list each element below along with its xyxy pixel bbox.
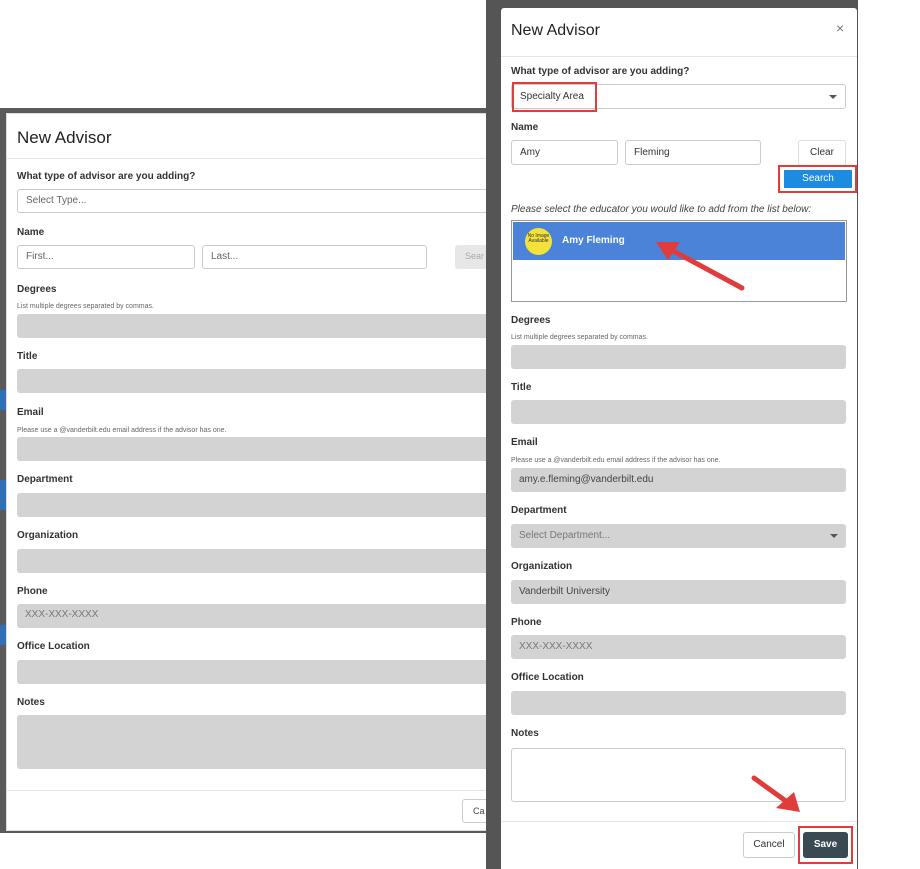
notes-label: Notes xyxy=(511,728,539,739)
right-new-advisor-modal: New Advisor × What type of advisor are y… xyxy=(501,8,857,869)
department-label: Department xyxy=(511,505,567,516)
highlight-box xyxy=(798,826,853,864)
degrees-input[interactable] xyxy=(17,314,489,338)
email-hint: Please use a @vanderbilt.edu email addre… xyxy=(511,457,721,464)
chevron-down-icon xyxy=(829,95,837,99)
department-select[interactable]: Select Department... xyxy=(511,524,846,548)
educator-pick-hint: Please select the educator you would lik… xyxy=(511,204,812,215)
last-name-input[interactable]: Fleming xyxy=(625,140,761,165)
email-input[interactable] xyxy=(17,437,489,461)
advisor-type-question: What type of advisor are you adding? xyxy=(511,66,690,77)
degrees-label: Degrees xyxy=(511,315,551,326)
department-label: Department xyxy=(17,474,73,485)
modal-title: New Advisor xyxy=(17,128,112,147)
degrees-input[interactable] xyxy=(511,345,846,369)
email-label: Email xyxy=(17,407,44,418)
phone-label: Phone xyxy=(17,586,48,597)
modal-footer-divider xyxy=(7,790,489,791)
left-new-advisor-modal: New Advisor What type of advisor are you… xyxy=(6,113,490,831)
organization-input[interactable]: Vanderbilt University xyxy=(511,580,846,604)
department-select[interactable] xyxy=(17,493,489,517)
arrow-annotation-icon xyxy=(656,242,745,291)
highlight-box xyxy=(512,82,597,112)
modal-title: New Advisor xyxy=(511,22,600,39)
email-input[interactable]: amy.e.fleming@vanderbilt.edu xyxy=(511,468,846,492)
organization-label: Organization xyxy=(511,561,573,572)
organization-label: Organization xyxy=(17,530,79,541)
degrees-label: Degrees xyxy=(17,284,57,295)
modal-footer-divider xyxy=(501,821,857,822)
close-icon[interactable]: × xyxy=(836,20,844,36)
office-location-label: Office Location xyxy=(17,641,90,652)
first-name-input[interactable]: First... xyxy=(17,245,195,269)
avatar: No Image Available xyxy=(525,228,552,255)
office-location-label: Office Location xyxy=(511,672,584,683)
department-placeholder: Select Department... xyxy=(519,530,611,541)
highlight-box xyxy=(778,165,857,193)
name-label: Name xyxy=(511,122,539,133)
notes-label: Notes xyxy=(17,697,45,708)
office-location-input[interactable] xyxy=(17,660,489,684)
chevron-down-icon xyxy=(830,534,838,538)
email-hint: Please use a @vanderbilt.edu email addre… xyxy=(17,427,227,434)
title-label: Title xyxy=(511,382,532,393)
phone-input[interactable]: XXX-XXX-XXXX xyxy=(511,635,846,659)
arrow-annotation-icon xyxy=(751,775,800,812)
phone-input[interactable]: XXX-XXX-XXXX xyxy=(17,604,489,628)
search-button[interactable]: Sear xyxy=(455,245,489,269)
title-input[interactable] xyxy=(17,369,489,393)
degrees-hint: List multiple degrees separated by comma… xyxy=(511,334,648,341)
degrees-hint: List multiple degrees separated by comma… xyxy=(17,303,154,310)
educator-name: Amy Fleming xyxy=(562,235,625,246)
organization-input[interactable] xyxy=(17,549,489,573)
office-location-input[interactable] xyxy=(511,691,846,715)
modal-header-divider xyxy=(7,158,489,159)
first-name-input[interactable]: Amy xyxy=(511,140,618,165)
name-label: Name xyxy=(17,227,45,238)
advisor-type-select[interactable]: Select Type... xyxy=(17,189,489,213)
clear-button[interactable]: Clear xyxy=(798,140,846,166)
notes-textarea[interactable] xyxy=(17,715,489,769)
title-input[interactable] xyxy=(511,400,846,424)
title-label: Title xyxy=(17,351,38,362)
modal-header-divider xyxy=(501,56,857,57)
phone-label: Phone xyxy=(511,617,542,628)
advisor-type-question: What type of advisor are you adding? xyxy=(17,171,196,182)
cancel-button[interactable]: Cancel xyxy=(743,832,795,858)
last-name-input[interactable]: Last... xyxy=(202,245,427,269)
email-label: Email xyxy=(511,437,538,448)
